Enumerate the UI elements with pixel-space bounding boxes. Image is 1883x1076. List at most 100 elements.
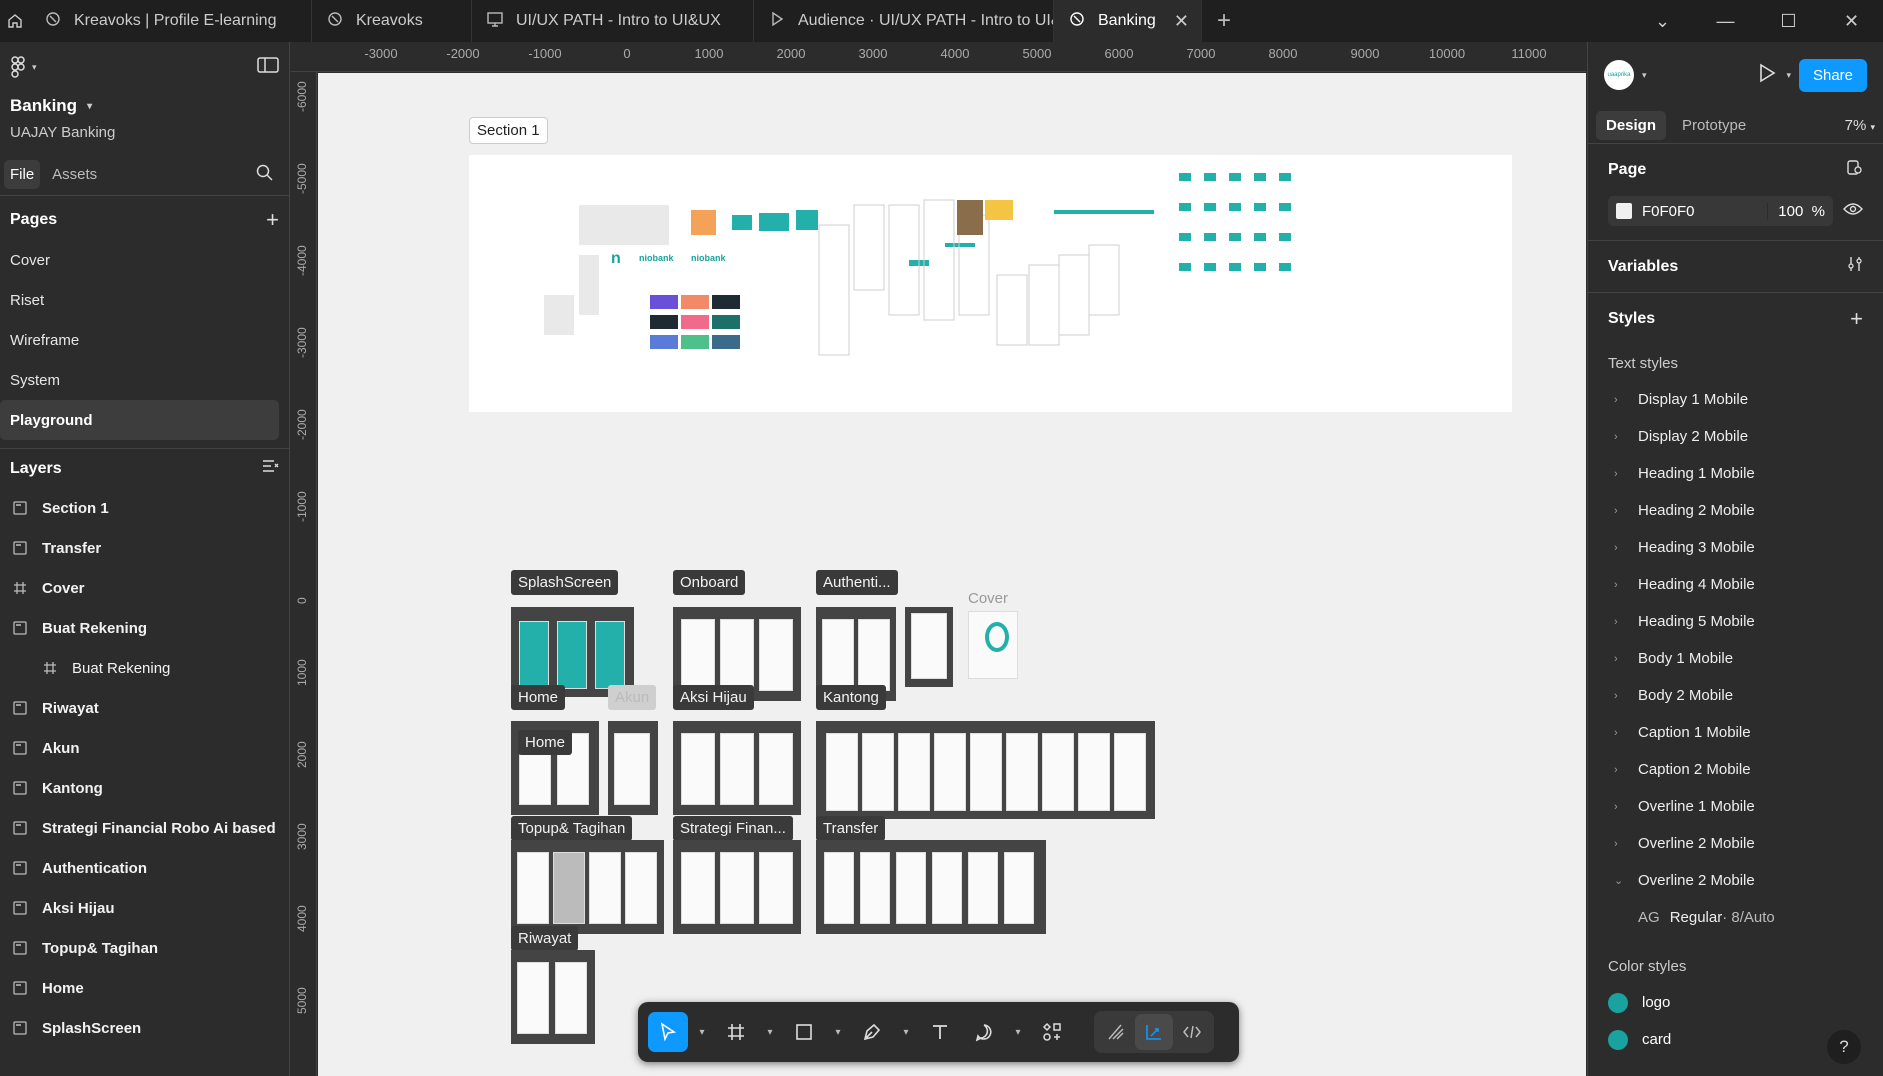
frame-label-topup[interactable]: Topup& Tagihan <box>511 816 633 841</box>
chevron-right-icon[interactable]: › <box>1614 468 1622 480</box>
tab-design[interactable]: Design <box>1596 111 1667 140</box>
layer-item[interactable]: Buat Rekening <box>0 648 289 688</box>
tab-kreavoks-profile[interactable]: Kreavoks | Profile E-learning <box>30 0 312 42</box>
share-button[interactable]: Share <box>1798 58 1867 92</box>
chevron-right-icon[interactable]: › <box>1614 653 1622 665</box>
dev-mode-icon[interactable] <box>1173 1014 1211 1050</box>
frame-akun[interactable] <box>608 721 658 815</box>
layer-item[interactable]: Akun <box>0 728 289 768</box>
frame-label-cover[interactable]: Cover <box>968 590 1008 607</box>
text-tool-icon[interactable] <box>920 1012 960 1052</box>
frame-label-akun[interactable]: Akun <box>608 685 657 710</box>
frame-riwayat[interactable] <box>511 950 595 1044</box>
zoom-select[interactable]: 7% ▾ <box>1845 117 1875 134</box>
canvas[interactable]: Section 1 n niobank niobank SplashScreen… <box>318 73 1586 1076</box>
design-mode-icon[interactable] <box>1135 1014 1173 1050</box>
tab-assets[interactable]: Assets <box>46 160 103 189</box>
page-system[interactable]: System <box>0 360 279 400</box>
frame-authentication-extra[interactable] <box>905 607 953 687</box>
tab-prototype[interactable]: Prototype <box>1672 111 1756 140</box>
text-style-item[interactable]: › Heading 2 Mobile <box>1588 492 1883 529</box>
pen-tool-icon[interactable] <box>852 1012 892 1052</box>
collapse-layers-icon[interactable] <box>262 459 279 478</box>
tab-banking[interactable]: Banking ✕ <box>1054 0 1202 42</box>
section-label[interactable]: Section 1 <box>469 117 548 144</box>
frame-label-home[interactable]: Home <box>511 685 566 710</box>
chevron-right-icon[interactable]: › <box>1614 727 1622 739</box>
frame-label-transfer[interactable]: Transfer <box>816 816 886 841</box>
color-swatch[interactable] <box>1616 203 1632 219</box>
move-tool-icon[interactable] <box>648 1012 688 1052</box>
text-style-item[interactable]: › Caption 1 Mobile <box>1588 714 1883 751</box>
sidebar-toggle-icon[interactable] <box>257 56 279 78</box>
chevron-right-icon[interactable]: › <box>1614 431 1622 443</box>
add-style-icon[interactable]: + <box>1850 306 1863 332</box>
text-style-item[interactable]: › Caption 2 Mobile <box>1588 751 1883 788</box>
chevron-right-icon[interactable]: › <box>1614 690 1622 702</box>
draw-mode-icon[interactable] <box>1097 1014 1135 1050</box>
chevron-right-icon[interactable]: › <box>1614 838 1622 850</box>
layer-item[interactable]: Strategi Financial Robo Ai based <box>0 808 289 848</box>
page-playground[interactable]: Playground <box>0 400 279 440</box>
layer-item[interactable]: Transfer <box>0 528 289 568</box>
chevron-down-icon[interactable]: ⌄ <box>1614 874 1623 887</box>
layer-item[interactable]: Cover <box>0 568 289 608</box>
frame-label-home-inner[interactable]: Home <box>518 730 573 755</box>
frame-cover[interactable] <box>968 611 1018 679</box>
tab-kreavoks[interactable]: Kreavoks <box>312 0 472 42</box>
tab-uiux-path[interactable]: UI/UX PATH - Intro to UI&UX <box>472 0 754 42</box>
chevron-down-icon[interactable]: ▾ <box>828 1012 848 1052</box>
add-page-icon[interactable]: + <box>266 207 279 233</box>
chevron-right-icon[interactable]: › <box>1614 579 1622 591</box>
home-icon[interactable] <box>0 0 30 42</box>
layer-item[interactable]: Buat Rekening <box>0 608 289 648</box>
minimize-icon[interactable]: — <box>1694 0 1757 42</box>
layer-item[interactable]: Authentication <box>0 848 289 888</box>
frame-topup-tagihan[interactable] <box>511 840 664 934</box>
chevron-right-icon[interactable]: › <box>1614 542 1622 554</box>
chevron-down-icon[interactable]: ▾ <box>1008 1012 1028 1052</box>
chevron-right-icon[interactable]: › <box>1614 505 1622 517</box>
help-button[interactable]: ? <box>1827 1030 1861 1064</box>
chevron-down-icon[interactable]: ▾ <box>692 1012 712 1052</box>
text-style-item[interactable]: › Heading 1 Mobile <box>1588 455 1883 492</box>
new-tab-button[interactable]: + <box>1202 0 1246 42</box>
components-tool-icon[interactable] <box>1032 1012 1072 1052</box>
layer-item[interactable]: Kantong <box>0 768 289 808</box>
text-style-item[interactable]: › Body 1 Mobile <box>1588 640 1883 677</box>
section-1-frame[interactable]: n niobank niobank <box>469 155 1512 412</box>
close-window-icon[interactable]: ✕ <box>1820 0 1883 42</box>
chevron-down-icon[interactable]: ⌄ <box>1631 0 1694 42</box>
present-play-icon[interactable] <box>1756 62 1778 89</box>
frame-label-strategi[interactable]: Strategi Finan... <box>673 816 793 841</box>
frame-strategi-financial[interactable] <box>673 840 801 934</box>
layer-item[interactable]: Topup& Tagihan <box>0 928 289 968</box>
text-style-item[interactable]: › Overline 2 Mobile <box>1588 825 1883 862</box>
frame-label-riwayat[interactable]: Riwayat <box>511 926 579 951</box>
rectangle-tool-icon[interactable] <box>784 1012 824 1052</box>
chevron-down-icon[interactable]: ▾ <box>760 1012 780 1052</box>
text-style-item[interactable]: › Display 2 Mobile <box>1588 418 1883 455</box>
layer-item[interactable]: Section 1 <box>0 488 289 528</box>
page-wireframe[interactable]: Wireframe <box>0 320 279 360</box>
close-icon[interactable]: ✕ <box>1174 11 1189 32</box>
frame-splashscreen[interactable] <box>511 607 634 697</box>
layer-item[interactable]: Home <box>0 968 289 1008</box>
text-style-item[interactable]: › Overline 1 Mobile <box>1588 788 1883 825</box>
frame-kantong[interactable] <box>816 721 1155 819</box>
chevron-down-icon[interactable]: ▾ <box>1786 70 1791 81</box>
text-style-detail[interactable]: AG Regular · 8/Auto <box>1588 899 1883 936</box>
frame-label-kantong[interactable]: Kantong <box>816 685 886 710</box>
maximize-icon[interactable]: ☐ <box>1757 0 1820 42</box>
text-style-item[interactable]: › Heading 5 Mobile <box>1588 603 1883 640</box>
chevron-right-icon[interactable]: › <box>1614 801 1622 813</box>
page-cover[interactable]: Cover <box>0 240 279 280</box>
eye-icon[interactable] <box>1843 202 1863 221</box>
variables-settings-icon[interactable] <box>1847 256 1863 277</box>
file-title[interactable]: Banking ▾ <box>0 92 289 120</box>
text-style-item[interactable]: › Heading 3 Mobile <box>1588 529 1883 566</box>
layer-item[interactable]: Aksi Hijau <box>0 888 289 928</box>
layer-item[interactable]: Riwayat <box>0 688 289 728</box>
frame-label-authentication[interactable]: Authenti... <box>816 570 898 595</box>
text-style-item[interactable]: › Heading 4 Mobile <box>1588 566 1883 603</box>
